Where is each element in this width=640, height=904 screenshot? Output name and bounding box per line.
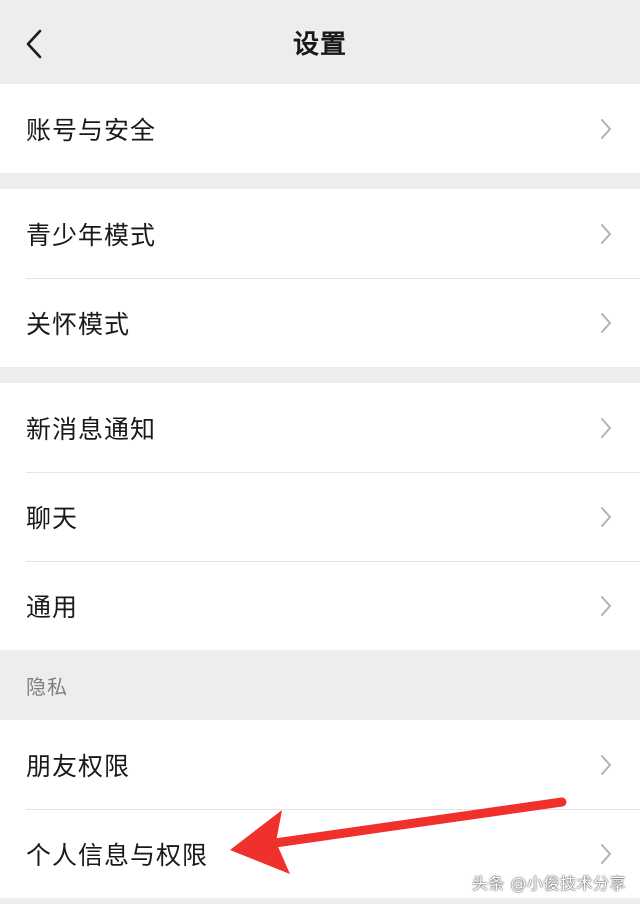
settings-item-label: 关怀模式 <box>26 309 131 339</box>
settings-item-account-security[interactable]: 账号与安全 <box>0 84 640 173</box>
settings-item-label: 聊天 <box>26 503 79 533</box>
page-title: 设置 <box>292 29 347 60</box>
settings-item-teen-mode[interactable]: 青少年模式 <box>0 189 640 278</box>
chevron-right-icon <box>598 117 614 141</box>
settings-item-friend-permissions[interactable]: 朋友权限 <box>0 720 640 809</box>
chevron-right-icon <box>598 311 614 335</box>
settings-item-label: 朋友权限 <box>26 751 131 781</box>
chevron-right-icon <box>598 842 614 866</box>
chevron-right-icon <box>598 222 614 246</box>
chevron-right-icon <box>598 594 614 618</box>
settings-item-general[interactable]: 通用 <box>0 561 640 650</box>
settings-item-new-message-notifications[interactable]: 新消息通知 <box>0 383 640 472</box>
settings-item-label: 个人信息与权限 <box>26 840 209 870</box>
chevron-left-icon <box>26 29 42 59</box>
settings-item-label: 新消息通知 <box>26 414 157 444</box>
settings-item-care-mode[interactable]: 关怀模式 <box>0 278 640 367</box>
settings-group-account: 账号与安全 <box>0 84 640 173</box>
settings-item-label: 账号与安全 <box>26 115 157 145</box>
settings-group-modes: 青少年模式 关怀模式 <box>0 189 640 367</box>
navigation-bar: 设置 <box>0 0 640 84</box>
privacy-section-title: 隐私 <box>26 674 68 699</box>
settings-item-chat[interactable]: 聊天 <box>0 472 640 561</box>
watermark: 头条 @小俊技术分享 <box>471 874 626 893</box>
settings-group-general: 新消息通知 聊天 通用 <box>0 383 640 650</box>
settings-page: 设置 账号与安全 青少年模式 关怀模式 新消息通知 聊天 通用 隐私 朋友权限 … <box>0 0 640 904</box>
settings-item-label: 青少年模式 <box>26 220 157 250</box>
chevron-right-icon <box>598 753 614 777</box>
chevron-right-icon <box>598 416 614 440</box>
chevron-right-icon <box>598 505 614 529</box>
back-button[interactable] <box>18 26 50 62</box>
settings-item-label: 通用 <box>26 592 79 622</box>
